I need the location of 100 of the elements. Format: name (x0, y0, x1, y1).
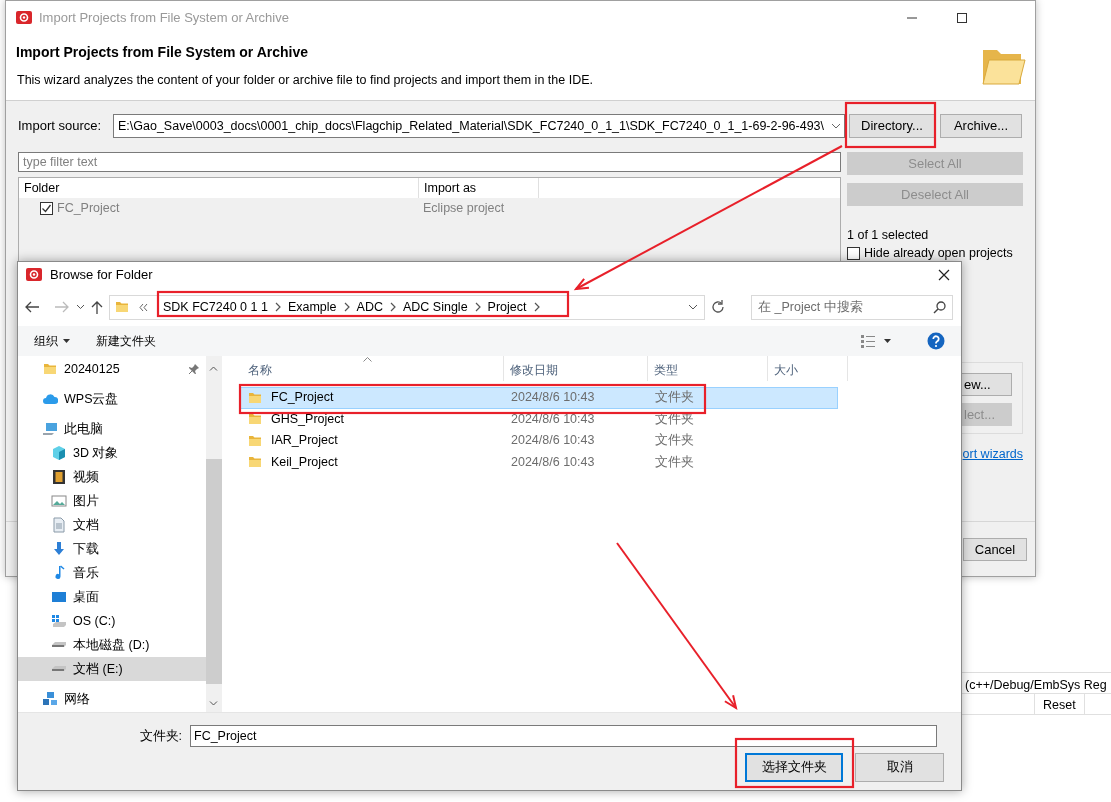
folder-icon (42, 361, 58, 377)
modified-date: 2024/8/6 10:43 (511, 453, 596, 471)
file-row[interactable]: FC_Project 2024/8/6 10:43 文件夹 (240, 387, 838, 409)
toolbar-button[interactable]: 组织 (34, 332, 70, 350)
document-icon (51, 517, 67, 533)
maximize-icon[interactable] (956, 12, 968, 24)
drive-icon (51, 613, 67, 629)
cube-icon (51, 445, 67, 461)
breadcrumb-item[interactable]: Example (284, 297, 340, 317)
app-logo-icon (26, 267, 42, 283)
file-type: 文件夹 (655, 432, 694, 450)
download-icon (51, 541, 67, 557)
column-header[interactable]: 类型 (648, 356, 768, 381)
nav-item[interactable]: 20240125 (18, 357, 206, 381)
breadcrumb-item[interactable]: ADC Single (399, 297, 471, 317)
link[interactable]: ort wizards (962, 445, 1023, 464)
button[interactable]: Archive... (940, 114, 1022, 138)
column-header[interactable]: 修改日期 (504, 356, 648, 381)
column-header[interactable]: 大小 (768, 356, 848, 381)
import-type: Eclipse project (423, 199, 505, 217)
field-label: 文件夹: (138, 727, 183, 745)
nav-item[interactable]: 下载 (18, 537, 206, 561)
button[interactable]: 选择文件夹 (745, 753, 843, 782)
nav-item[interactable]: 本地磁盘 (D:) (18, 633, 206, 657)
search-field[interactable]: 在 _Project 中搜索 (751, 294, 953, 320)
file-name: IAR_Project (271, 432, 339, 450)
breadcrumb-item[interactable]: ADC (353, 297, 386, 317)
wizard-description: This wizard analyzes the content of your folder or archive file to find projects and import them in the IDE. (17, 72, 594, 89)
caret-down-icon[interactable] (884, 339, 891, 343)
button[interactable]: ew... (962, 373, 1012, 396)
caret-down-icon (63, 339, 70, 343)
nav-item[interactable]: 视频 (18, 465, 206, 489)
modified-date: 2024/8/6 10:43 (511, 432, 596, 450)
cancel-button[interactable]: Cancel (963, 538, 1027, 561)
drive-icon (51, 642, 67, 648)
check-icon (41, 202, 52, 214)
up-arrow-icon[interactable] (91, 300, 103, 314)
button[interactable]: Directory... (849, 114, 935, 138)
help-icon[interactable] (927, 332, 945, 350)
chevron-right-icon (473, 302, 482, 312)
file-row[interactable]: Keil_Project 2024/8/6 10:43 文件夹 (240, 451, 838, 473)
wizard-heading: Import Projects from File System or Archive (16, 43, 309, 62)
button[interactable]: 取消 (855, 753, 944, 782)
folder-icon (114, 299, 130, 315)
nav-item[interactable]: 3D 对象 (18, 441, 206, 465)
modified-date: 2024/8/6 10:43 (511, 410, 596, 428)
file-type: 文件夹 (655, 389, 694, 407)
address-bar[interactable]: SDK FC7240 0 1 1 Example ADC ADC Single Project (109, 294, 705, 320)
chevron-right-icon (532, 302, 541, 312)
chevron-right-icon (388, 302, 397, 312)
film-icon (51, 469, 67, 485)
chevron-right-icon (342, 302, 351, 312)
nav-item[interactable]: 网络 (18, 687, 206, 711)
checkbox[interactable] (40, 201, 53, 215)
drive-icon (51, 666, 67, 672)
view-options-icon[interactable] (860, 334, 876, 348)
double-chevron-icon (139, 302, 148, 312)
file-name: GHS_Project (271, 410, 345, 428)
nav-item[interactable]: 图片 (18, 489, 206, 513)
file-name: Keil_Project (271, 453, 339, 471)
field-label: Import source: (18, 117, 103, 136)
selection-count: 1 of 1 selected (847, 228, 930, 243)
nav-item[interactable]: OS (C:) (18, 609, 206, 633)
nav-item[interactable]: WPS云盘 (18, 387, 206, 411)
column-header[interactable]: Folder (19, 178, 419, 198)
computer-icon (42, 421, 58, 437)
nav-item[interactable]: 文档 (18, 513, 206, 537)
scrollbar-thumb[interactable] (206, 459, 222, 684)
file-type: 文件夹 (655, 453, 694, 471)
checkbox[interactable] (847, 246, 860, 260)
refresh-icon[interactable] (711, 300, 725, 314)
search-icon (933, 300, 946, 314)
chevron-down-icon[interactable] (76, 304, 85, 310)
file-row[interactable]: IAR_Project 2024/8/6 10:43 文件夹 (240, 430, 838, 452)
folder-field[interactable]: FC_Project (190, 725, 937, 747)
dialog-title: Browse for Folder (50, 266, 153, 285)
panel-title: (c++/Debug/EmbSys Reg (964, 677, 1108, 693)
chevron-right-icon (273, 302, 282, 312)
picture-icon (51, 493, 67, 509)
app-logo-icon (16, 10, 32, 26)
column-header[interactable]: Import as (419, 178, 539, 198)
checkbox-label: Hide already open projects (864, 246, 1013, 260)
filter-field[interactable]: type filter text (18, 152, 841, 172)
column-header[interactable]: 名称 (242, 356, 504, 381)
breadcrumb-item[interactable]: SDK FC7240 0 1 1 (160, 297, 271, 317)
nav-item[interactable]: 音乐 (18, 561, 206, 585)
project-name: FC_Project (57, 199, 121, 217)
file-name: FC_Project (271, 389, 335, 407)
sort-caret-icon (363, 357, 372, 362)
breadcrumb-item[interactable]: Project (484, 297, 530, 317)
window-title: Import Projects from File System or Archive (39, 9, 289, 28)
toolbar-button[interactable]: 新建文件夹 (96, 332, 156, 350)
desktop-icon (51, 589, 67, 605)
modified-date: 2024/8/6 10:43 (511, 389, 596, 407)
nav-item[interactable]: 此电脑 (18, 417, 206, 441)
path-combo-field[interactable]: E:\Gao_Save\0003_docs\0001_chip_docs\Flagchip_Related_Material\SDK_FC7240_0_1_1\SDK_FC7240_0_1_1-69-2-96-493\ (113, 114, 845, 138)
nav-item[interactable]: 桌面 (18, 585, 206, 609)
back-arrow-icon[interactable] (24, 300, 40, 314)
close-icon[interactable] (938, 269, 950, 281)
nav-item[interactable]: 文档 (E:) (18, 657, 206, 681)
